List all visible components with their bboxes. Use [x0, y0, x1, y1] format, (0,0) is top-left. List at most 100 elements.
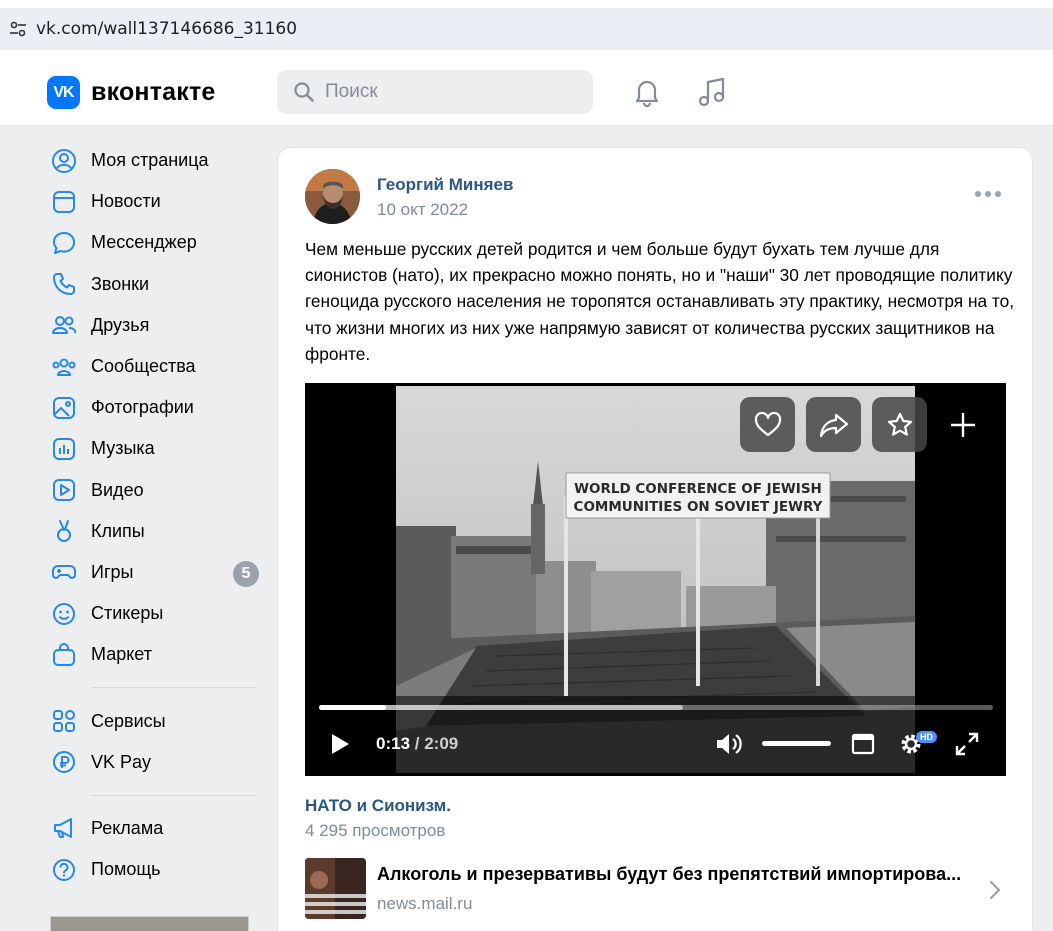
- hd-badge: HD: [916, 731, 937, 743]
- grid-icon: [50, 707, 78, 735]
- sidebar-item-friends[interactable]: Друзья: [48, 305, 263, 346]
- sidebar-item-ads[interactable]: Реклама: [48, 808, 263, 849]
- sidebar-item-label: Мессенджер: [91, 232, 197, 253]
- search-box[interactable]: [277, 70, 593, 114]
- sidebar-item-label: VK Pay: [91, 751, 152, 772]
- post-date[interactable]: 10 окт 2022: [377, 200, 468, 220]
- sidebar-item-messenger[interactable]: Мессенджер: [48, 222, 263, 263]
- sidebar-item-market[interactable]: Маркет: [48, 634, 263, 675]
- link-title: Алкоголь и презервативы будут без препят…: [377, 864, 962, 884]
- sidebar-item-label: Новости: [91, 191, 161, 212]
- phone-icon: [50, 270, 78, 298]
- sidebar-item-label: Стикеры: [91, 603, 164, 624]
- site-header: VK вконтакте: [0, 58, 1053, 126]
- video-current-time: 0:13: [376, 734, 411, 753]
- sidebar-item-label: Помощь: [91, 859, 161, 880]
- sidebar-item-services[interactable]: Сервисы: [48, 700, 263, 741]
- video-time: 0:13 / 2:09: [376, 734, 458, 754]
- post-author[interactable]: Георгий Миняев: [377, 175, 513, 195]
- sidebar-divider: [91, 687, 256, 689]
- sidebar-item-photos[interactable]: Фотографии: [48, 387, 263, 428]
- games-count-badge: 5: [233, 560, 259, 587]
- search-input[interactable]: [325, 81, 565, 103]
- photo-icon: [50, 394, 78, 422]
- sidebar-promo-image[interactable]: [50, 916, 249, 931]
- sidebar-item-news[interactable]: Новости: [48, 181, 263, 222]
- gamepad-icon: [50, 558, 78, 586]
- like-video-button[interactable]: [740, 397, 795, 452]
- volume-slider[interactable]: [762, 741, 831, 746]
- sidebar-item-help[interactable]: Помощь: [48, 849, 263, 890]
- sidebar-item-label: Игры: [91, 561, 134, 582]
- url-text[interactable]: vk.com/wall137146686_31160: [36, 19, 297, 39]
- video-progress-bar[interactable]: [319, 705, 993, 710]
- post-text: Чем меньше русских детей родится и чем б…: [305, 239, 1015, 364]
- sidebar-item-label: Сообщества: [91, 356, 196, 377]
- sidebar-item-vkpay[interactable]: VK Pay: [48, 742, 263, 783]
- bell-icon[interactable]: [631, 76, 663, 108]
- banner-line-1: WORLD CONFERENCE OF JEWISH: [574, 481, 822, 497]
- video-player[interactable]: WORLD CONFERENCE OF JEWISH COMMUNITIES O…: [305, 383, 1006, 776]
- music-bars-icon: [50, 435, 78, 463]
- sidebar-item-communities[interactable]: Сообщества: [48, 346, 263, 387]
- video-title[interactable]: НАТО и Сионизм.: [305, 796, 451, 816]
- vk-logo-mark: VK: [47, 76, 80, 109]
- wall-post: Георгий Миняев 10 окт 2022 Чем меньше ру…: [277, 147, 1033, 931]
- sidebar-item-music[interactable]: Музыка: [48, 428, 263, 469]
- communities-icon: [50, 353, 78, 381]
- left-sidebar: Моя страница Новости Мессенджер Звонки Д…: [48, 140, 263, 890]
- music-note-icon[interactable]: [696, 76, 728, 108]
- search-icon: [294, 82, 314, 102]
- chat-bubble-icon: [50, 229, 78, 257]
- avatar[interactable]: [305, 169, 360, 224]
- star-icon: [887, 412, 912, 436]
- share-arrow-icon: [819, 413, 848, 437]
- more-options-icon[interactable]: [975, 188, 1001, 200]
- sidebar-divider: [91, 794, 256, 796]
- sidebar-item-label: Фотографии: [91, 397, 194, 418]
- sidebar-item-games[interactable]: Игры 5: [48, 552, 263, 593]
- link-thumbnail: [305, 858, 366, 919]
- sidebar-item-clips[interactable]: Клипы: [48, 511, 263, 552]
- favorite-video-button[interactable]: [872, 397, 927, 452]
- sidebar-item-video[interactable]: Видео: [48, 470, 263, 511]
- help-icon: [50, 856, 78, 884]
- volume-icon[interactable]: [715, 729, 745, 759]
- sidebar-item-label: Клипы: [91, 520, 145, 541]
- smiley-icon: [50, 600, 78, 628]
- vk-logo-text: вконтакте: [91, 78, 216, 106]
- sidebar-item-my-page[interactable]: Моя страница: [48, 140, 263, 181]
- sidebar-item-label: Друзья: [91, 314, 150, 335]
- miniplayer-icon[interactable]: [848, 729, 878, 759]
- add-video-button[interactable]: [945, 407, 981, 443]
- browser-url-bar: vk.com/wall137146686_31160: [0, 0, 1053, 58]
- fullscreen-icon[interactable]: [952, 729, 982, 759]
- vk-logo[interactable]: VK вконтакте: [47, 76, 216, 109]
- sidebar-item-label: Звонки: [91, 273, 150, 294]
- share-video-button[interactable]: [806, 397, 861, 452]
- shopping-bag-icon: [50, 641, 78, 669]
- sidebar-item-label: Маркет: [91, 644, 152, 665]
- sidebar-item-label: Видео: [91, 479, 144, 500]
- sidebar-item-label: Реклама: [91, 817, 164, 838]
- megaphone-icon: [50, 814, 78, 842]
- link-attachment[interactable]: Алкоголь и презервативы будут без препят…: [305, 858, 1005, 920]
- sidebar-item-label: Музыка: [91, 438, 155, 459]
- users-icon: [50, 311, 78, 339]
- sidebar-item-stickers[interactable]: Стикеры: [48, 593, 263, 634]
- banner-line-2: COMMUNITIES ON SOVIET JEWRY: [574, 499, 823, 515]
- address-field[interactable]: vk.com/wall137146686_31160: [0, 8, 1053, 50]
- user-circle-icon: [50, 147, 78, 175]
- video-progress-fill: [319, 705, 387, 710]
- video-views: 4 295 просмотров: [305, 821, 446, 840]
- sidebar-item-label: Сервисы: [91, 710, 166, 731]
- site-settings-icon[interactable]: [0, 8, 36, 50]
- chevron-right-icon: [989, 880, 1001, 900]
- video-play-icon: [50, 476, 78, 504]
- play-icon[interactable]: [329, 732, 351, 756]
- link-domain: news.mail.ru: [377, 894, 473, 913]
- sidebar-item-calls[interactable]: Звонки: [48, 264, 263, 305]
- video-duration: / 2:09: [414, 734, 459, 753]
- plus-icon: [951, 413, 975, 437]
- heart-icon: [754, 411, 781, 436]
